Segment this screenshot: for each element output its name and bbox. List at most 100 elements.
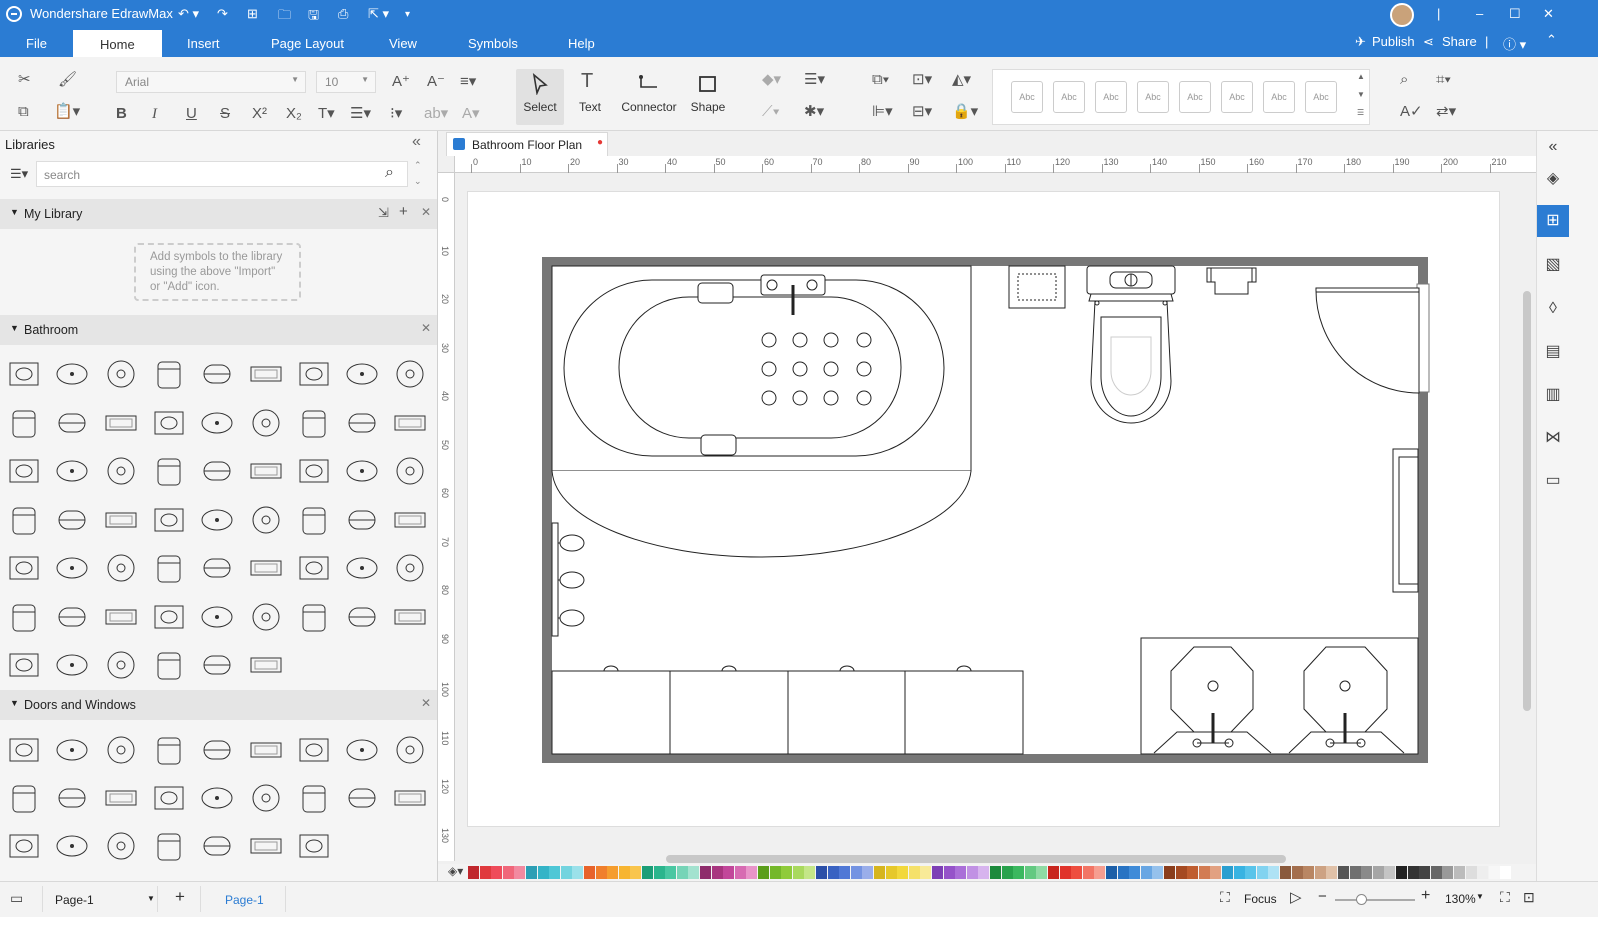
library-symbol[interactable] — [295, 551, 333, 585]
library-symbol[interactable] — [295, 357, 333, 391]
presentation-icon[interactable]: ▭ — [1537, 465, 1569, 497]
layers-icon[interactable]: ◊ — [1537, 293, 1569, 325]
add-icon[interactable]: + — [399, 203, 408, 220]
library-symbol[interactable] — [102, 648, 140, 682]
color-swatch[interactable] — [479, 866, 491, 879]
color-swatch[interactable] — [549, 866, 561, 879]
color-swatch[interactable] — [491, 866, 503, 879]
page-tab[interactable]: Page-1 — [200, 886, 286, 912]
fill-style-icon[interactable]: ◈ — [1537, 163, 1569, 195]
fill-bucket-icon[interactable]: ◈▾ — [448, 864, 463, 878]
color-swatch[interactable] — [1222, 866, 1233, 879]
color-swatch[interactable] — [1082, 866, 1094, 879]
color-swatch[interactable] — [665, 866, 677, 879]
new-icon[interactable]: ⊞ — [247, 6, 258, 22]
menu-help[interactable]: Help — [568, 36, 595, 51]
color-swatch[interactable] — [630, 866, 642, 879]
fullscreen-icon[interactable]: ⊡ — [1523, 889, 1535, 906]
close-icon[interactable]: ✕ — [1543, 6, 1554, 22]
color-swatch[interactable] — [1129, 866, 1141, 879]
font-color-icon[interactable]: A▾ — [462, 106, 480, 122]
style-preview[interactable]: Abc — [1263, 81, 1295, 113]
style-preview[interactable]: Abc — [1305, 81, 1337, 113]
text-highlight-icon[interactable]: ab▾ — [424, 106, 448, 122]
color-swatch[interactable] — [1094, 866, 1106, 879]
align-icon[interactable]: ≡▾ — [460, 74, 476, 90]
library-symbol[interactable] — [102, 503, 140, 537]
bold-icon[interactable]: B — [116, 106, 127, 122]
add-page-icon[interactable]: + — [175, 887, 185, 907]
library-symbol[interactable] — [150, 648, 188, 682]
towel-rack[interactable] — [551, 522, 559, 637]
style-preview[interactable]: Abc — [1221, 81, 1253, 113]
decrease-font-icon[interactable]: A⁻ — [427, 74, 445, 90]
color-swatch[interactable] — [1430, 866, 1442, 879]
customize-icon[interactable]: ▾ — [405, 9, 410, 20]
color-swatch[interactable] — [1013, 866, 1025, 879]
library-symbol[interactable] — [53, 648, 91, 682]
menu-home[interactable]: Home — [73, 30, 162, 57]
align-objects-icon[interactable]: ⊫▾ — [872, 104, 893, 120]
focus-label[interactable]: Focus — [1244, 892, 1277, 906]
menu-page-layout[interactable]: Page Layout — [271, 36, 344, 51]
library-symbol[interactable] — [5, 600, 43, 634]
library-symbol[interactable] — [247, 503, 285, 537]
scroll-down-icon[interactable]: ⌄ — [414, 176, 422, 187]
library-symbol[interactable] — [102, 600, 140, 634]
drawing-page[interactable] — [467, 191, 1500, 827]
library-search-input[interactable]: search ⌕ — [36, 161, 408, 187]
library-symbol[interactable] — [53, 781, 91, 815]
library-symbol[interactable] — [198, 503, 236, 537]
crop-icon[interactable]: ⌗▾ — [1436, 72, 1451, 88]
color-swatch[interactable] — [804, 866, 816, 879]
library-symbol[interactable] — [198, 733, 236, 767]
style-preview[interactable]: Abc — [1053, 81, 1085, 113]
library-symbol[interactable] — [247, 357, 285, 391]
italic-icon[interactable]: I — [152, 106, 157, 122]
library-symbol[interactable] — [343, 733, 381, 767]
color-swatch[interactable] — [1488, 866, 1500, 879]
document-tab[interactable]: Bathroom Floor Plan ● — [446, 132, 608, 156]
menu-symbols[interactable]: Symbols — [468, 36, 518, 51]
library-symbol[interactable] — [150, 454, 188, 488]
color-swatch[interactable] — [572, 866, 584, 879]
gallery-down-icon[interactable]: ▼ — [1357, 90, 1365, 99]
library-symbol[interactable] — [198, 781, 236, 815]
color-swatch[interactable] — [653, 866, 665, 879]
library-symbol[interactable] — [53, 600, 91, 634]
hierarchy-icon[interactable]: ⋈ — [1537, 422, 1569, 454]
library-symbol[interactable] — [150, 406, 188, 440]
library-symbol[interactable] — [295, 781, 333, 815]
color-swatch[interactable] — [1036, 866, 1048, 879]
library-symbol[interactable] — [198, 648, 236, 682]
color-swatch[interactable] — [1349, 866, 1361, 879]
color-swatch[interactable] — [1280, 866, 1291, 879]
color-swatch[interactable] — [769, 866, 781, 879]
color-swatch[interactable] — [758, 866, 769, 879]
zoom-in-icon[interactable]: + — [1421, 887, 1430, 905]
color-swatch[interactable] — [1152, 866, 1164, 879]
color-swatch[interactable] — [978, 866, 990, 879]
color-swatch[interactable] — [1233, 866, 1245, 879]
image-icon[interactable]: ▧ — [1537, 249, 1569, 281]
color-swatch[interactable] — [839, 866, 851, 879]
color-swatch[interactable] — [1326, 866, 1338, 879]
color-swatch[interactable] — [943, 866, 955, 879]
color-swatch[interactable] — [966, 866, 978, 879]
library-symbol[interactable] — [53, 454, 91, 488]
library-symbol[interactable] — [5, 733, 43, 767]
color-swatch[interactable] — [1245, 866, 1257, 879]
print-icon[interactable]: ⎙ — [338, 6, 348, 22]
expand-arrow-icon[interactable]: ▼ — [10, 207, 19, 217]
library-symbol[interactable] — [102, 551, 140, 585]
zoom-level[interactable]: 130% — [1445, 892, 1476, 906]
publish-icon[interactable]: ✈ — [1355, 34, 1366, 50]
zoom-slider[interactable] — [1335, 899, 1415, 901]
library-symbol[interactable] — [102, 406, 140, 440]
color-swatch[interactable] — [642, 866, 653, 879]
color-swatch[interactable] — [1361, 866, 1373, 879]
library-symbol[interactable] — [343, 357, 381, 391]
my-library-header[interactable]: ▼ My Library ⇲ + ✕ — [0, 199, 437, 229]
library-symbol[interactable] — [343, 454, 381, 488]
color-swatch[interactable] — [584, 866, 595, 879]
